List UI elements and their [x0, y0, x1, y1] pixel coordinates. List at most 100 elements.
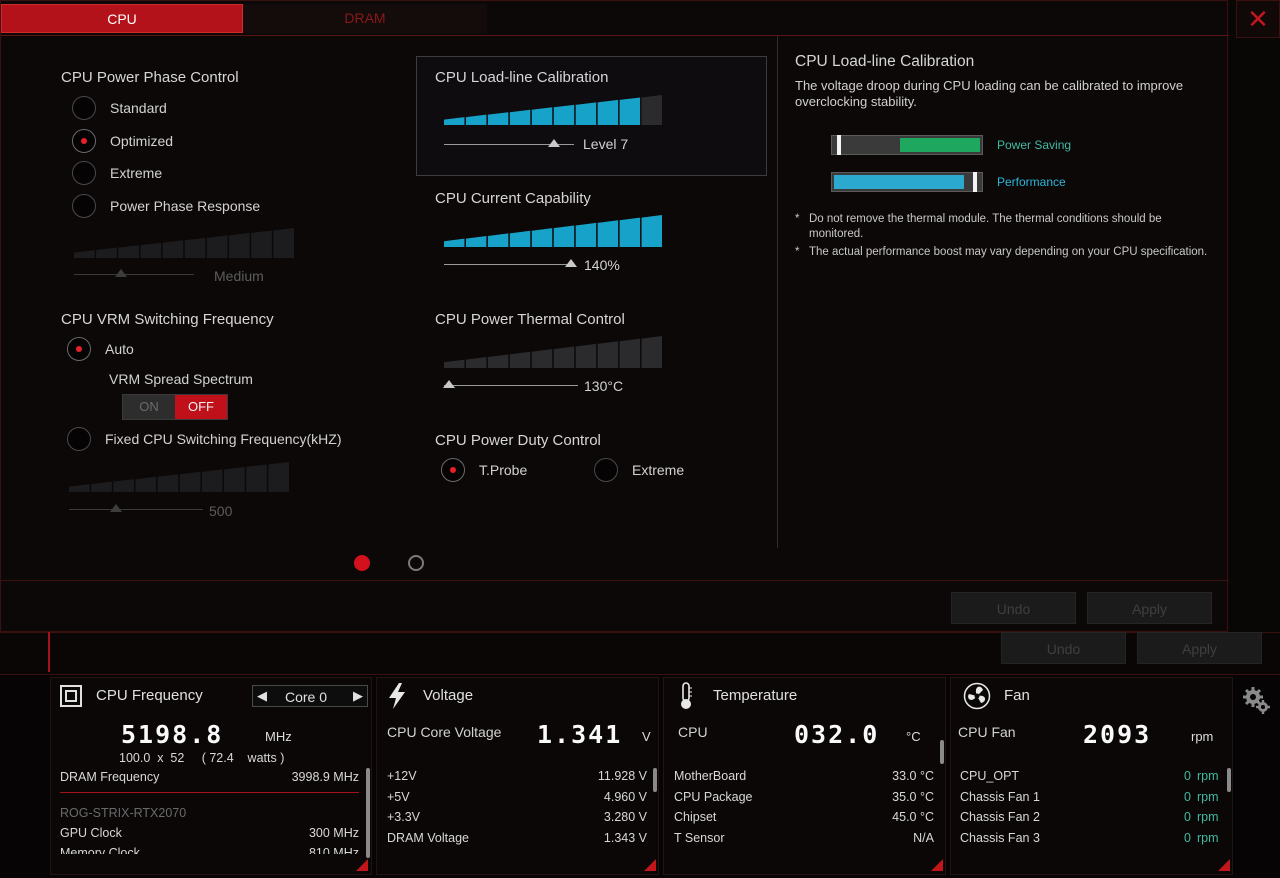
meter-segment [246, 464, 267, 492]
voltage-panel: Voltage CPU Core Voltage 1.341 V +12V 11… [376, 677, 659, 875]
tab-cpu[interactable]: CPU [1, 4, 243, 33]
gpu-divider [60, 792, 359, 793]
phase-control-title: CPU Power Phase Control [61, 69, 239, 86]
fan-row-value: 0 [1184, 769, 1191, 783]
close-icon[interactable]: ✕ [1236, 0, 1280, 38]
core-prev-icon[interactable]: ◀ [257, 688, 267, 704]
voltage-row-label: +3.3V [387, 810, 421, 824]
radio-extreme[interactable] [72, 161, 96, 185]
apply-button-main[interactable]: Apply [1137, 632, 1262, 664]
power-saving-label: Power Saving [997, 138, 1072, 152]
gear-icon[interactable] [1242, 686, 1272, 716]
current-capability-slider[interactable] [444, 259, 580, 271]
meter-segment [162, 240, 184, 258]
cpu-temp-value: 032.0 [794, 720, 880, 749]
phase-response-value: Medium [214, 268, 264, 284]
cpu-core-voltage-unit: V [642, 729, 651, 744]
fan-panel-scrollbar[interactable] [1227, 768, 1231, 792]
performance-bar [831, 172, 983, 192]
llc-slider[interactable] [444, 139, 574, 151]
vrm-spread-toggle[interactable]: ON OFF [122, 394, 228, 420]
bottom-bar-indicator [48, 632, 50, 672]
temperature-row-label: CPU Package [674, 790, 753, 804]
undo-button-main[interactable]: Undo [1001, 632, 1126, 664]
temperature-panel-scrollbar[interactable] [940, 740, 944, 764]
cpu-chip-icon [60, 685, 82, 707]
meter-segment [444, 359, 465, 368]
temperature-row-value: N/A [913, 831, 934, 845]
voltage-panel-resize-icon[interactable] [644, 859, 656, 871]
meter-segment [135, 476, 157, 492]
cpu-panel-scrollbar[interactable] [366, 768, 370, 858]
meter-segment [465, 356, 487, 368]
tab-dram[interactable]: DRAM [243, 4, 487, 33]
meter-segment [444, 117, 465, 125]
voltage-row-value: 1.343 V [603, 831, 647, 845]
thermal-control-slider[interactable] [443, 380, 578, 392]
fixed-frequency-value: 500 [209, 503, 233, 519]
cpu-temp-label: CPU [678, 724, 708, 740]
fan-row-unit: rpm [1197, 769, 1219, 783]
temperature-row-value: 45.0 °C [892, 810, 934, 824]
apply-button[interactable]: Apply [1087, 592, 1212, 624]
cpu-frequency-detail: 100.0 x 52 ( 72.4 watts ) [119, 751, 285, 765]
meter-segment [531, 107, 553, 125]
current-capability-title: CPU Current Capability [435, 190, 591, 207]
meter-segment [444, 238, 465, 247]
core-selector[interactable]: ◀ Core 0 ▶ [252, 685, 368, 707]
phase-response-meter [74, 228, 294, 260]
meter-segment [224, 466, 245, 492]
undo-button[interactable]: Undo [951, 592, 1076, 624]
fan-icon [963, 682, 991, 710]
radio-power-phase-response[interactable] [72, 194, 96, 218]
footer-divider [1, 580, 1229, 581]
fan-panel-resize-icon[interactable] [1218, 859, 1230, 871]
radio-standard[interactable] [72, 96, 96, 120]
radio-optimized-label: Optimized [110, 133, 174, 149]
core-next-icon[interactable]: ▶ [353, 688, 363, 704]
page-dot-1[interactable] [354, 555, 370, 571]
toggle-on[interactable]: ON [123, 395, 175, 419]
fan-row-value: 0 [1184, 810, 1191, 824]
memory-clock-value: 810 MHz [308, 846, 359, 854]
temperature-panel-resize-icon[interactable] [931, 859, 943, 871]
fan-panel: Fan CPU Fan 2093 rpm CPU_OPT 0 rpm Chass… [950, 677, 1233, 875]
voltage-row-value: 3.280 V [603, 810, 647, 824]
page-dot-2[interactable] [408, 555, 424, 571]
meter-segment [619, 217, 641, 247]
meter-segment [91, 481, 112, 492]
meter-segment [553, 225, 575, 247]
meter-segment [597, 341, 619, 368]
meter-segment [597, 99, 619, 125]
cpu-panel-resize-icon[interactable] [356, 859, 368, 871]
llc-value: Level 7 [583, 136, 629, 152]
meter-segment [179, 471, 201, 492]
radio-optimized[interactable] [72, 129, 96, 153]
temperature-panel: Temperature CPU 032.0 °C MotherBoard 33.… [663, 677, 946, 875]
cpu-fan-label: CPU Fan [958, 724, 1016, 740]
current-capability-meter [444, 215, 662, 247]
phase-response-slider[interactable] [74, 269, 214, 281]
core-selector-value: Core 0 [285, 689, 328, 705]
toggle-off[interactable]: OFF [175, 395, 227, 419]
radio-duty-extreme[interactable] [594, 458, 618, 482]
help-note-1: * Do not remove the thermal module. The t… [795, 213, 1162, 240]
fixed-frequency-slider[interactable] [69, 504, 209, 516]
voltage-panel-scrollbar[interactable] [653, 768, 657, 792]
radio-fixed-frequency[interactable] [67, 427, 91, 451]
meter-segment [268, 462, 289, 492]
vrm-spread-spectrum-label: VRM Spread Spectrum [109, 371, 253, 387]
thermal-control-title: CPU Power Thermal Control [435, 311, 625, 328]
radio-tprobe[interactable] [441, 458, 465, 482]
cpu-core-voltage-value: 1.341 [537, 720, 623, 749]
thermometer-icon [681, 682, 692, 709]
meter-segment [553, 104, 575, 125]
thermal-control-meter [444, 336, 662, 368]
radio-auto[interactable] [67, 337, 91, 361]
fan-row-value: 0 [1184, 831, 1191, 845]
meter-segment [201, 469, 223, 492]
memory-clock-label: Memory Clock [60, 846, 140, 854]
fan-row-label: CPU_OPT [960, 769, 1020, 783]
meter-segment [206, 235, 228, 258]
fan-row-label: Chassis Fan 3 [960, 831, 1040, 845]
